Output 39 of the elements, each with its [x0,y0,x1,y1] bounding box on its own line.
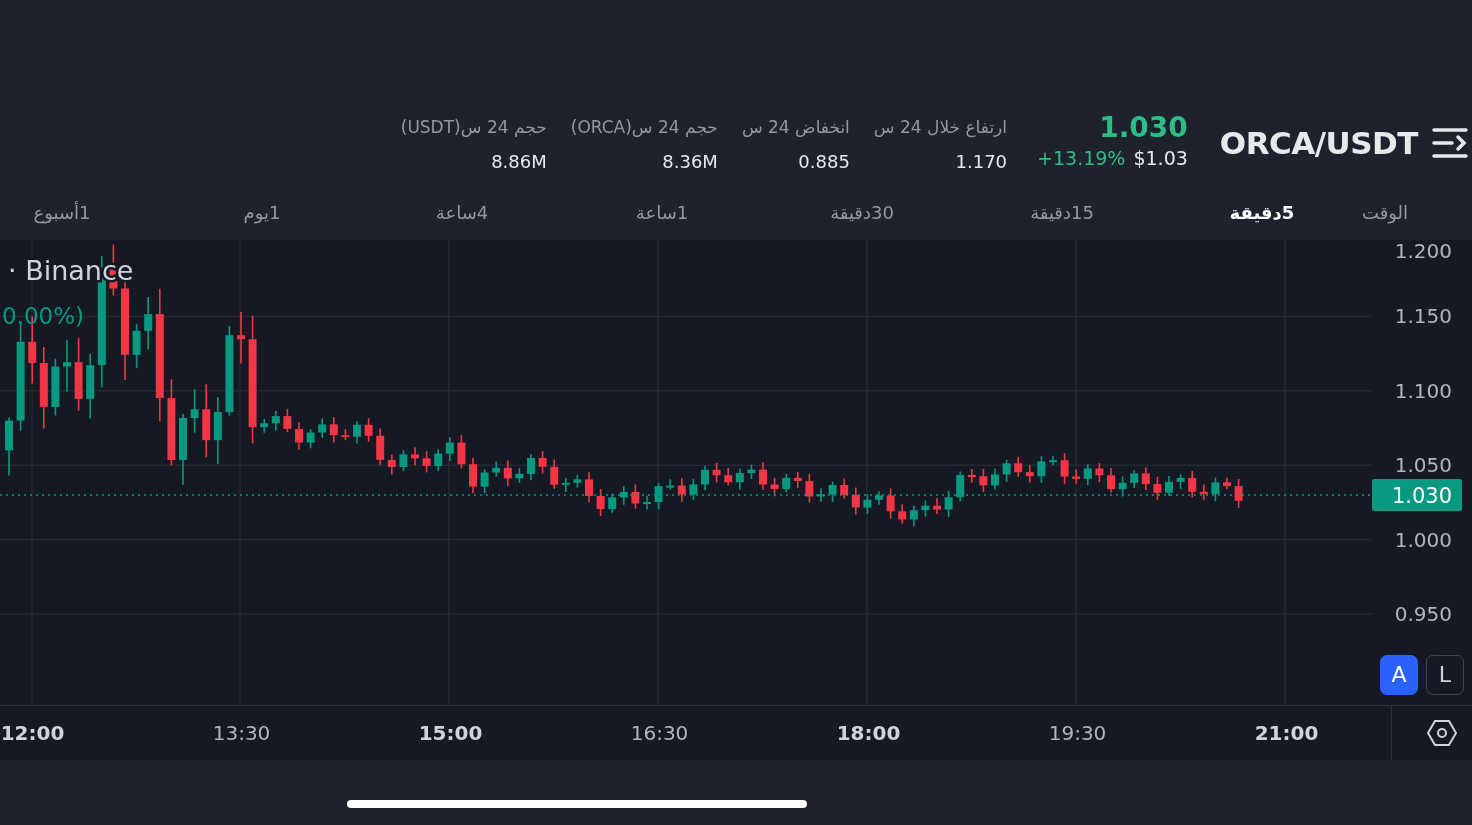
interval-tab[interactable]: 5دقيقة [1229,199,1295,226]
stat-label: حجم 24 س(ORCA) [570,115,718,139]
settings-icon[interactable] [1426,719,1457,747]
price-axis-label: 1.200 [1394,240,1452,263]
usd-price: $1.03 [1133,145,1188,171]
stat-value: 8.36M [662,150,718,174]
price-axis-label: 1.150 [1394,304,1452,329]
stat-label: ارتفاع خلال 24 س [873,115,1008,140]
scale-mode-button[interactable]: L [1426,655,1464,695]
legend-change: 0.00%) [2,303,85,329]
interval-tab[interactable]: 1يوم [243,199,281,226]
stat-value: 1.170 [955,150,1008,174]
time-axis-label: 12:00 [0,720,65,747]
time-axis-label: 16:30 [630,720,689,747]
interval-tab[interactable]: 4ساعة [435,199,489,226]
time-axis-label: 19:30 [1048,720,1107,747]
pair-title: ORCA/USDT [1219,123,1418,163]
price-axis-label: 0.950 [1394,602,1452,626]
interval-tab[interactable]: 30دقيقة [830,199,894,226]
price-change: +13.19% [1037,145,1126,171]
current-price-tag: 1.030 [1372,478,1462,511]
time-axis-label: 21:00 [1254,720,1319,747]
menu-icon[interactable] [1432,126,1468,159]
time-axis-label: 18:00 [836,720,901,747]
interval-tab[interactable]: 1ساعة [635,199,689,226]
time-axis-label: 15:00 [418,720,483,747]
interval-tab[interactable]: 15دقيقة [1030,199,1094,226]
last-price: 1.030 [1099,113,1188,144]
price-axis-label: 1.050 [1394,453,1452,478]
price-axis-label: 1.000 [1394,527,1452,552]
stat-label: انخفاض 24 س [741,115,850,139]
time-axis-label: 13:30 [212,720,271,747]
stat-label: حجم 24 س(USDT) [400,115,547,139]
interval-tab[interactable]: الوقت [1362,199,1409,226]
scale-mode-button[interactable]: A [1380,655,1418,695]
stat-value: 8.86M [491,150,547,174]
price-axis-label: 1.100 [1394,378,1452,403]
interval-tab[interactable]: 1أسبوع [33,199,91,226]
stat-value: 0.885 [798,150,850,174]
